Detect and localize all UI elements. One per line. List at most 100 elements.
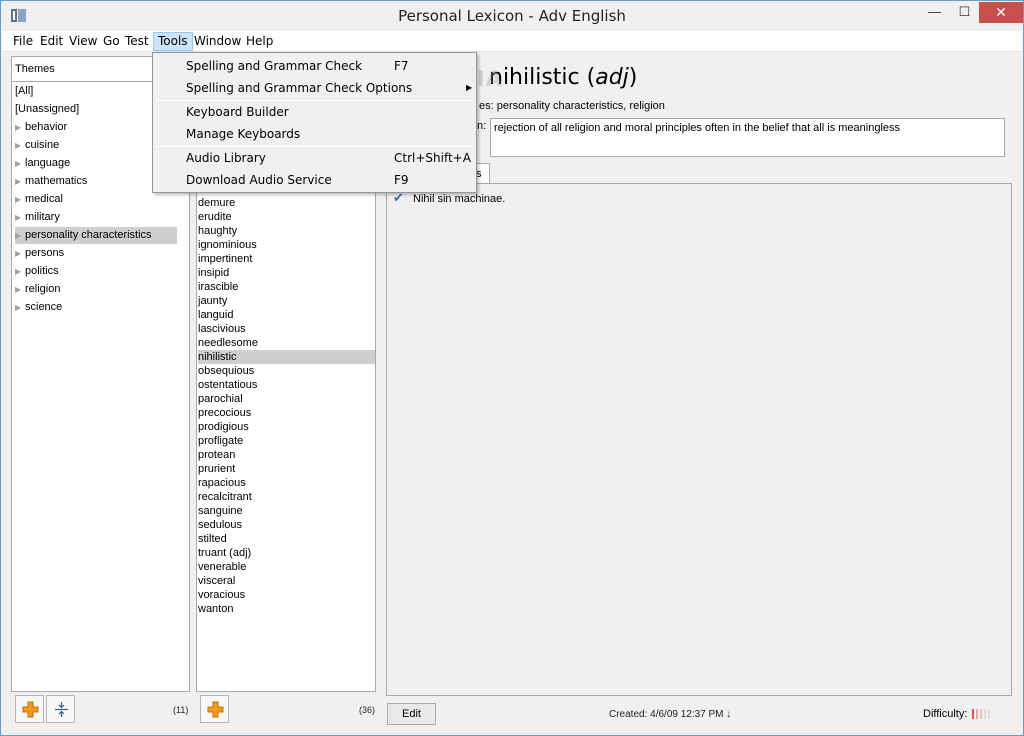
- theme-item-label: [All]: [15, 85, 34, 97]
- word-item[interactable]: ignominious: [198, 238, 257, 252]
- word-item[interactable]: sedulous: [198, 518, 242, 532]
- word-item[interactable]: sanguine: [198, 504, 243, 518]
- word-item[interactable]: languid: [198, 308, 233, 322]
- app-window: Personal Lexicon - Adv English — ☐ ✕ Fil…: [0, 0, 1024, 736]
- theme-item[interactable]: ▶ behavior: [15, 119, 67, 136]
- close-button[interactable]: ✕: [979, 2, 1023, 23]
- maximize-button[interactable]: ☐: [951, 2, 978, 23]
- expand-arrow-icon[interactable]: ▶: [15, 155, 25, 172]
- example-text: Nihil sin machinae.: [413, 193, 506, 205]
- word-item[interactable]: jaunty: [198, 294, 227, 308]
- themes-header-label: Themes: [15, 63, 55, 75]
- word-item[interactable]: nihilistic: [198, 350, 375, 364]
- menu-item-label: Keyboard Builder: [186, 105, 289, 119]
- expand-arrow-icon[interactable]: ▶: [15, 119, 25, 136]
- collapse-tree-button[interactable]: [46, 695, 75, 723]
- menu-item-label: Spelling and Grammar Check Options: [186, 81, 413, 95]
- theme-item[interactable]: ▶ military: [15, 209, 60, 226]
- themes-count: (11): [173, 705, 189, 715]
- menu-item-audio-library[interactable]: Audio Library Ctrl+Shift+A: [153, 147, 476, 169]
- word-item[interactable]: demure: [198, 196, 235, 210]
- word-themes: es: personality characteristics, religio…: [479, 100, 665, 112]
- minimize-button[interactable]: —: [921, 2, 948, 23]
- word-item[interactable]: profligate: [198, 434, 243, 448]
- theme-item-label: personality characteristics: [25, 229, 152, 241]
- theme-item-label: [Unassigned]: [15, 103, 80, 115]
- menu-item-spell-check-options[interactable]: Spelling and Grammar Check Options ▶: [153, 77, 476, 99]
- menu-item-label: Manage Keyboards: [186, 127, 301, 141]
- word-item[interactable]: haughty: [198, 224, 237, 238]
- word-item[interactable]: parochial: [198, 392, 243, 406]
- menu-item-label: Spelling and Grammar Check: [186, 59, 363, 73]
- theme-item[interactable]: [Unassigned]: [15, 101, 79, 118]
- theme-item[interactable]: ▶ politics: [15, 263, 59, 280]
- edit-button[interactable]: Edit: [387, 703, 436, 725]
- submenu-arrow-icon: ▶: [466, 83, 473, 92]
- theme-item-label: behavior: [25, 121, 68, 133]
- word-item[interactable]: venerable: [198, 560, 246, 574]
- word-item[interactable]: recalcitrant: [198, 490, 252, 504]
- theme-item[interactable]: ▶ science: [15, 299, 62, 316]
- expand-arrow-icon[interactable]: ▶: [15, 191, 25, 208]
- menu-file[interactable]: File: [9, 32, 37, 51]
- expand-arrow-icon[interactable]: ▶: [15, 173, 25, 190]
- add-word-button[interactable]: [200, 695, 229, 723]
- theme-item-label: mathematics: [25, 175, 88, 187]
- word-item[interactable]: wanton: [198, 602, 233, 616]
- expand-arrow-icon[interactable]: ▶: [15, 281, 25, 298]
- word-item[interactable]: visceral: [198, 574, 235, 588]
- expand-arrow-icon[interactable]: ▶: [15, 227, 25, 244]
- theme-item[interactable]: ▶ religion: [15, 281, 60, 298]
- word-item[interactable]: ostentatious: [198, 378, 257, 392]
- expand-arrow-icon[interactable]: ▶: [15, 137, 25, 154]
- definition-field-label: n:: [477, 120, 487, 132]
- menu-item-shortcut: F9: [394, 173, 409, 187]
- collapse-icon: [55, 702, 68, 717]
- difficulty-meter-icon[interactable]: [971, 708, 999, 720]
- menu-help[interactable]: Help: [242, 32, 277, 51]
- word-item[interactable]: needlesome: [198, 336, 258, 350]
- expand-arrow-icon[interactable]: ▶: [15, 209, 25, 226]
- menu-item-shortcut: F7: [394, 59, 409, 73]
- word-item[interactable]: voracious: [198, 588, 245, 602]
- word-item[interactable]: prodigious: [198, 420, 249, 434]
- word-item[interactable]: stilted: [198, 532, 227, 546]
- expand-arrow-icon[interactable]: ▶: [15, 263, 25, 280]
- word-item[interactable]: obsequious: [198, 364, 254, 378]
- expand-arrow-icon[interactable]: ▶: [15, 245, 25, 262]
- menu-bar: File Edit View Go Test Tools Window Help: [2, 31, 1022, 52]
- menu-tools[interactable]: Tools: [153, 32, 193, 51]
- theme-item[interactable]: [All]: [15, 83, 33, 100]
- word-item[interactable]: precocious: [198, 406, 251, 420]
- theme-item[interactable]: ▶ mathematics: [15, 173, 87, 190]
- menu-item-download-audio[interactable]: Download Audio Service F9: [153, 169, 476, 191]
- word-item[interactable]: rapacious: [198, 476, 246, 490]
- word-item[interactable]: impertinent: [198, 252, 252, 266]
- word-item[interactable]: lascivious: [198, 322, 246, 336]
- word-item[interactable]: erudite: [198, 210, 232, 224]
- theme-item[interactable]: ▶ persons: [15, 245, 64, 262]
- menu-item-keyboard-builder[interactable]: Keyboard Builder: [153, 101, 476, 123]
- theme-item[interactable]: ▶ personality characteristics: [15, 227, 177, 244]
- word-item[interactable]: prurient: [198, 462, 235, 476]
- word-item[interactable]: insipid: [198, 266, 229, 280]
- word-item[interactable]: protean: [198, 448, 235, 462]
- menu-edit[interactable]: Edit: [36, 32, 67, 51]
- menu-window[interactable]: Window: [190, 32, 245, 51]
- word-item[interactable]: irascible: [198, 280, 238, 294]
- words-count: (36): [359, 705, 376, 715]
- theme-item[interactable]: ▶ cuisine: [15, 137, 59, 154]
- add-theme-button[interactable]: [15, 695, 44, 723]
- word-item[interactable]: truant (adj): [198, 546, 251, 560]
- expand-arrow-icon[interactable]: ▶: [15, 299, 25, 316]
- menu-item-spell-check[interactable]: Spelling and Grammar Check F7: [153, 55, 476, 77]
- menu-test[interactable]: Test: [121, 32, 153, 51]
- theme-item[interactable]: ▶ language: [15, 155, 70, 172]
- definition-field[interactable]: rejection of all religion and moral prin…: [490, 118, 1005, 157]
- menu-item-manage-keyboards[interactable]: Manage Keyboards: [153, 123, 476, 145]
- themes-field-value: personality characteristics, religion: [496, 100, 665, 112]
- theme-item[interactable]: ▶ medical: [15, 191, 63, 208]
- created-timestamp: Created: 4/6/09 12:37 PM ↓: [609, 709, 732, 720]
- menu-go[interactable]: Go: [99, 32, 124, 51]
- menu-view[interactable]: View: [65, 32, 101, 51]
